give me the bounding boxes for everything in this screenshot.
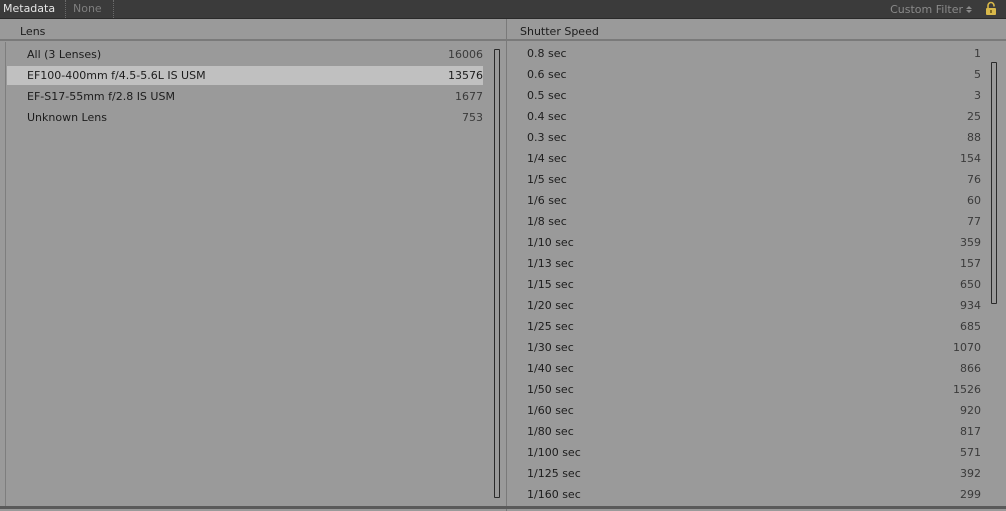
shutter-speed-row-count: 1526	[953, 383, 981, 396]
lock-icon[interactable]	[984, 1, 998, 16]
shutter-speed-row-label: 1/20 sec	[527, 299, 574, 312]
shutter-speed-row-label: 0.5 sec	[527, 89, 567, 102]
lens-row-count: 13576	[448, 69, 483, 82]
custom-filter-dropdown[interactable]: Custom Filter	[890, 0, 972, 18]
lens-row-count: 16006	[448, 48, 483, 61]
lens-row-count: 1677	[455, 90, 483, 103]
shutter-speed-row[interactable]: 1/4 sec 154	[527, 149, 981, 168]
lens-row-label: EF-S17-55mm f/2.8 IS USM	[27, 90, 175, 103]
shutter-speed-row[interactable]: 1/125 sec 392	[527, 464, 981, 483]
shutter-speed-row-label: 1/4 sec	[527, 152, 567, 165]
shutter-speed-row[interactable]: 0.4 sec 25	[527, 107, 981, 126]
shutter-speed-row-count: 76	[967, 173, 981, 186]
lens-column-header[interactable]: Lens	[0, 19, 506, 41]
shutter-speed-row-label: 0.6 sec	[527, 68, 567, 81]
shutter-speed-row-label: 1/10 sec	[527, 236, 574, 249]
shutter-speed-row[interactable]: 1/160 sec 299	[527, 485, 981, 504]
shutter-speed-row-count: 88	[967, 131, 981, 144]
shutter-speed-row-count: 650	[960, 278, 981, 291]
lens-row[interactable]: EF-S17-55mm f/2.8 IS USM 1677	[7, 87, 483, 106]
lens-row-label: All (3 Lenses)	[27, 48, 102, 61]
shutter-speed-row-count: 299	[960, 488, 981, 501]
shutter-speed-row-label: 0.4 sec	[527, 110, 567, 123]
shutter-speed-row[interactable]: 1/25 sec 685	[527, 317, 981, 336]
shutter-speed-row-count: 3	[974, 89, 981, 102]
shutter-speed-row[interactable]: 1/10 sec 359	[527, 233, 981, 252]
shutter-speed-row-label: 1/60 sec	[527, 404, 574, 417]
shutter-speed-row[interactable]: 0.3 sec 88	[527, 128, 981, 147]
lens-row[interactable]: All (3 Lenses) 16006	[7, 45, 483, 64]
shutter-speed-row-count: 817	[960, 425, 981, 438]
shutter-speed-row-label: 0.8 sec	[527, 47, 567, 60]
shutter-speed-row-label: 1/50 sec	[527, 383, 574, 396]
shutter-speed-row-count: 77	[967, 215, 981, 228]
column-divider	[506, 19, 507, 511]
shutter-speed-row-count: 1	[974, 47, 981, 60]
lens-row-count: 753	[462, 111, 483, 124]
shutter-speed-row-label: 1/6 sec	[527, 194, 567, 207]
shutter-speed-row-count: 1070	[953, 341, 981, 354]
shutter-speed-row-count: 359	[960, 236, 981, 249]
lens-column-edge	[5, 42, 6, 506]
tab-none[interactable]: None	[64, 0, 114, 18]
shutter-speed-row[interactable]: 1/20 sec 934	[527, 296, 981, 315]
shutter-speed-row-label: 1/8 sec	[527, 215, 567, 228]
shutter-speed-row[interactable]: 1/80 sec 817	[527, 422, 981, 441]
shutter-speed-row[interactable]: 1/6 sec 60	[527, 191, 981, 210]
shutter-speed-row-label: 1/100 sec	[527, 446, 581, 459]
shutter-speed-row-count: 392	[960, 467, 981, 480]
shutter-speed-row[interactable]: 1/30 sec 1070	[527, 338, 981, 357]
shutter-speed-row-label: 1/30 sec	[527, 341, 574, 354]
shutter-speed-row-count: 60	[967, 194, 981, 207]
shutter-speed-row[interactable]: 1/100 sec 571	[527, 443, 981, 462]
metadata-browser: Lens Shutter Speed All (3 Lenses) 16006 EF…	[0, 19, 1006, 511]
shutter-speed-row-label: 1/80 sec	[527, 425, 574, 438]
tab-metadata[interactable]: Metadata	[0, 0, 67, 18]
shutter-speed-row[interactable]: 1/60 sec 920	[527, 401, 981, 420]
shutter-speed-row-label: 1/40 sec	[527, 362, 574, 375]
filter-bar: Metadata None Custom Filter	[0, 0, 1006, 19]
shutter-speed-row[interactable]: 1/50 sec 1526	[527, 380, 981, 399]
lens-scrollbar[interactable]	[494, 49, 500, 498]
shutter-speed-row-count: 934	[960, 299, 981, 312]
lens-row-label: EF100-400mm f/4.5-5.6L IS USM	[27, 69, 206, 82]
lens-row-label: Unknown Lens	[27, 111, 107, 124]
shutter-speed-row-count: 685	[960, 320, 981, 333]
shutter-speed-row[interactable]: 0.6 sec 5	[527, 65, 981, 84]
shutter-speed-row[interactable]: 1/15 sec 650	[527, 275, 981, 294]
shutter-speed-column-header[interactable]: Shutter Speed	[507, 19, 1006, 41]
shutter-speed-row-count: 920	[960, 404, 981, 417]
shutter-speed-row[interactable]: 1/5 sec 76	[527, 170, 981, 189]
custom-filter-label: Custom Filter	[890, 2, 963, 16]
shutter-speed-row-label: 1/15 sec	[527, 278, 574, 291]
shutter-speed-row[interactable]: 1/40 sec 866	[527, 359, 981, 378]
shutter-speed-row[interactable]: 0.8 sec 1	[527, 44, 981, 63]
shutter-speed-row-count: 157	[960, 257, 981, 270]
lens-row[interactable]: EF100-400mm f/4.5-5.6L IS USM 13576	[7, 66, 483, 85]
shutter-speed-row-label: 1/25 sec	[527, 320, 574, 333]
lens-row[interactable]: Unknown Lens 753	[7, 108, 483, 127]
shutter-speed-row-label: 1/160 sec	[527, 488, 581, 501]
up-down-arrows-icon	[966, 5, 972, 13]
shutter-speed-row-count: 571	[960, 446, 981, 459]
shutter-speed-row-count: 866	[960, 362, 981, 375]
shutter-speed-row-count: 154	[960, 152, 981, 165]
shutter-speed-row[interactable]: 1/13 sec 157	[527, 254, 981, 273]
shutter-speed-row-label: 1/13 sec	[527, 257, 574, 270]
shutter-speed-row-label: 1/125 sec	[527, 467, 581, 480]
shutter-speed-row-label: 0.3 sec	[527, 131, 567, 144]
shutter-speed-row[interactable]: 0.5 sec 3	[527, 86, 981, 105]
shutter-speed-row-count: 5	[974, 68, 981, 81]
panel-bottom-edge	[0, 506, 1006, 509]
shutter-speed-scrollbar[interactable]	[991, 62, 997, 304]
shutter-speed-row-count: 25	[967, 110, 981, 123]
shutter-speed-row[interactable]: 1/8 sec 77	[527, 212, 981, 231]
shutter-speed-row-label: 1/5 sec	[527, 173, 567, 186]
